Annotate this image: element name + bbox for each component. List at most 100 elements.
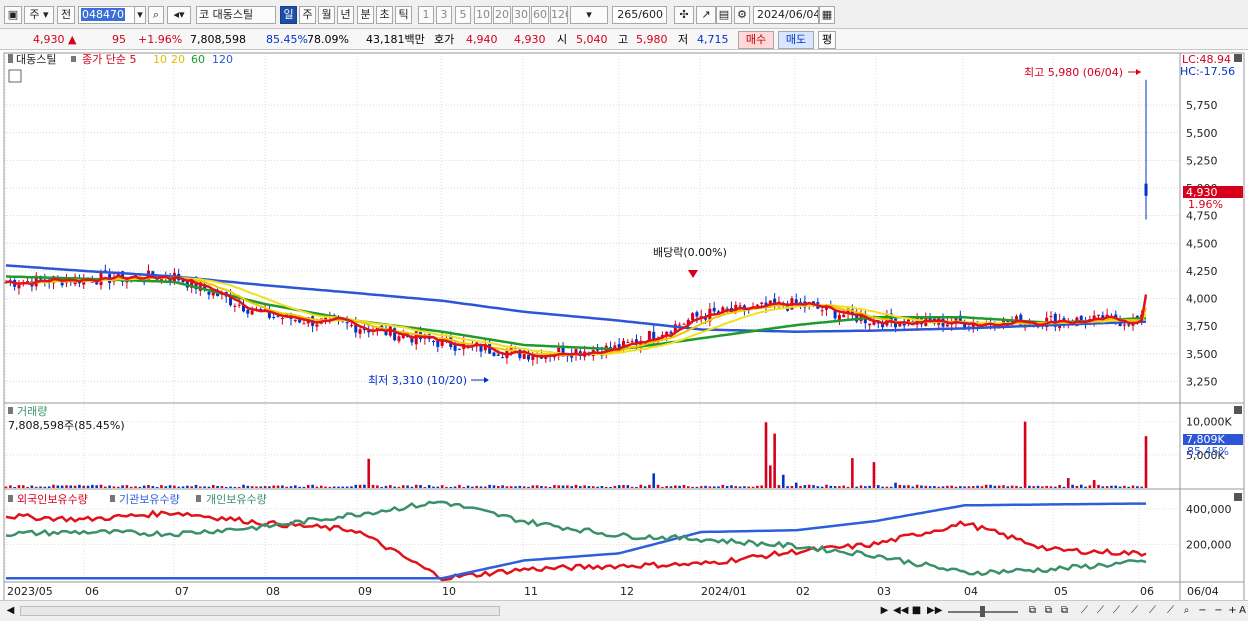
zoom-out-icon[interactable]: − [1212,604,1225,618]
zoom-out-icon[interactable]: − [1196,604,1209,618]
volume-bar [406,485,409,488]
volume-bar [1058,484,1061,488]
candle-body [436,340,440,347]
candle-body [678,324,682,326]
rewind-button[interactable]: ◀◀ [893,604,908,618]
volume-bar [561,485,565,488]
volume-bar [311,484,314,488]
volume-bar [414,484,418,488]
zoom-slider-handle[interactable] [980,606,985,617]
x-tick-label: 06 [85,585,99,598]
volume-bar [639,484,643,488]
stop-button[interactable]: ■ [910,604,923,618]
volume-bar [52,484,55,488]
draw-line-icon[interactable]: ⟋ [1110,604,1123,618]
volume-bar [445,486,448,488]
text-size-icon[interactable]: A [1236,604,1248,618]
price-tick-label: 4,000 [1186,293,1218,306]
volume-bar [1088,485,1092,488]
volume-bar [263,486,267,488]
volume-bar [186,485,189,488]
volume-bar [371,484,375,488]
volume-bar [484,486,487,488]
volume-bar [881,486,884,488]
volume-bar [203,486,206,488]
volume-bar [164,486,168,488]
volume-bar [682,484,686,488]
tool-icon[interactable]: ⧉ [1042,604,1055,618]
volume-bar [34,486,38,488]
volume-bar [678,485,681,488]
x-tick-label: 07 [175,585,189,598]
candle-body [501,357,505,359]
volume-bar [86,485,90,488]
scroll-track[interactable] [20,606,500,616]
volume-bar [341,486,345,488]
volume-bar [963,486,966,488]
candle-body [207,291,211,295]
volume-bar [78,484,81,488]
volume-bar [449,486,453,488]
draw-line-icon[interactable]: ⟋ [1164,604,1177,618]
volume-bar [954,486,958,488]
draw-line-icon[interactable]: ⟋ [1146,604,1159,618]
draw-line-icon[interactable]: ⟋ [1094,604,1107,618]
zoom-icon[interactable]: ⌕ [1180,604,1193,618]
volume-bar [928,486,932,488]
volume-bar [1036,485,1040,488]
legend-marker [8,495,13,502]
volume-bar [747,486,751,488]
volume-bar [574,484,578,488]
x-tick-label: 11 [524,585,538,598]
volume-bar [587,486,591,488]
volume-bar [462,487,466,488]
candle-body [453,345,457,351]
volume-bar [147,484,150,488]
x-tick-label: 2023/05 [7,585,53,598]
holdings-tick-label: 200,000 [1186,538,1232,551]
volume-bar [1071,484,1074,488]
volume-bar [112,486,116,488]
panel-close-icon[interactable] [1234,54,1242,62]
candle-body [669,331,673,334]
volume-bar [1041,486,1044,488]
volume-bar [566,485,569,488]
draw-line-icon[interactable]: ⟋ [1078,604,1091,618]
volume-bar [924,485,928,488]
volume-bar [1140,486,1143,488]
candle-body [315,324,319,327]
volume-bar [851,458,854,488]
stock-chart[interactable]: 3,2503,5003,7504,0004,2504,5004,7505,000… [0,0,1248,600]
tool-icon[interactable]: ⧉ [1058,604,1071,618]
price-tick-label: 5,750 [1186,99,1218,112]
volume-bar [734,486,738,488]
volume-bar [1075,485,1079,488]
price-tick-label: 5,250 [1186,154,1218,167]
panel-close-icon[interactable] [1234,406,1242,414]
scroll-right-button[interactable]: ▶ [878,604,891,618]
volume-bar [600,485,604,488]
table-icon[interactable] [8,69,22,83]
scroll-bar[interactable]: ◀ ▶ ◀◀ ■ ▶▶ ⧉ ⧉ ⧉ ⟋ ⟋ ⟋ ⟋ ⟋ ⟋ ⌕ − − + A [0,600,1248,621]
volume-bar [1045,485,1048,488]
legend-marker [196,495,201,502]
volume-bar [535,485,539,488]
volume-bar [1066,478,1070,488]
draw-line-icon[interactable]: ⟋ [1128,604,1141,618]
x-tick-label: 04 [964,585,978,598]
panel-close-icon[interactable] [1234,493,1242,501]
candle-body [712,307,716,312]
volume-bar [531,485,535,488]
volume-bar [933,486,936,488]
price-tick-label: 3,250 [1186,375,1218,388]
legend-retail: 개인보유수량 [206,493,267,506]
volume-bar [423,487,427,488]
volume-bar [99,484,103,488]
volume-bar [604,486,608,488]
volume-bar [436,486,440,488]
fast-forward-button[interactable]: ▶▶ [927,604,942,618]
scroll-left-button[interactable]: ◀ [4,604,17,618]
volume-bar [609,486,612,488]
tool-icon[interactable]: ⧉ [1026,604,1039,618]
candle-body [522,353,526,359]
